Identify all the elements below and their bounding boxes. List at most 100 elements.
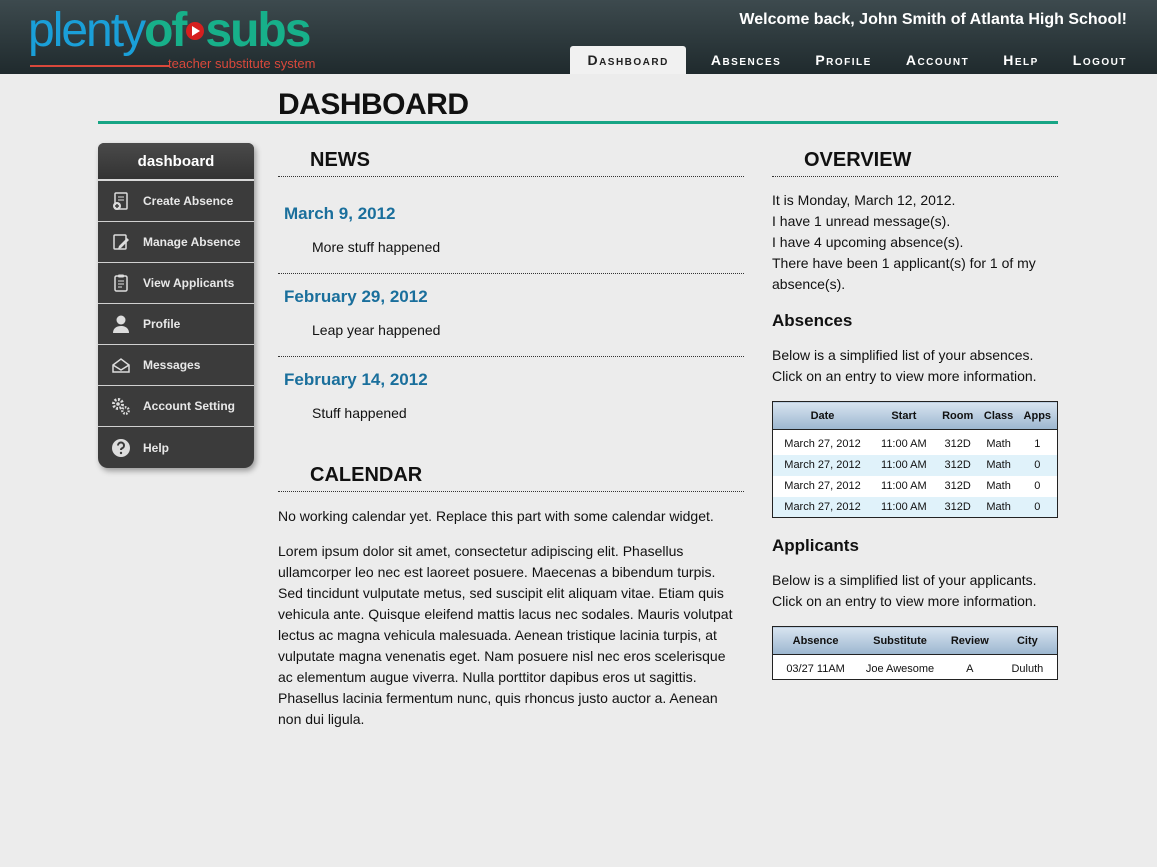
column-header[interactable]: Review bbox=[941, 626, 998, 655]
cell-start: 11:00 AM bbox=[881, 438, 927, 451]
news-divider bbox=[278, 356, 744, 357]
top-bar: plentyof subs teacher substitute system W… bbox=[0, 0, 1157, 74]
cell-date: March 27, 2012 bbox=[784, 438, 861, 451]
main-nav: Dashboard Absences Profile Account Help … bbox=[570, 46, 1157, 74]
sidebar-item-profile[interactable]: Profile bbox=[98, 304, 254, 345]
logo[interactable]: plentyof subs teacher substitute system bbox=[28, 4, 348, 71]
news-date[interactable]: February 14, 2012 bbox=[284, 370, 428, 390]
cell-class: Math bbox=[986, 438, 1011, 451]
news-text: Leap year happened bbox=[312, 322, 441, 338]
cell-date: March 27, 2012 bbox=[772, 496, 872, 518]
nav-profile[interactable]: Profile bbox=[798, 46, 889, 74]
play-icon bbox=[186, 22, 205, 40]
cell-room: 312D bbox=[944, 438, 971, 451]
sidebar: dashboard Create Absence Manage Absence … bbox=[98, 143, 254, 468]
sidebar-title: dashboard bbox=[98, 143, 254, 181]
column-header[interactable]: Class bbox=[979, 401, 1018, 430]
sidebar-item-create-absence[interactable]: Create Absence bbox=[98, 181, 254, 222]
sidebar-item-label: View Applicants bbox=[143, 276, 235, 290]
cell-city: Duluth bbox=[1011, 663, 1044, 675]
title-divider bbox=[98, 121, 1058, 124]
cell-date: March 27, 2012 bbox=[784, 480, 861, 492]
cell-class: Math bbox=[979, 496, 1018, 518]
sidebar-item-account-setting[interactable]: Account Setting bbox=[98, 386, 254, 427]
cell-start: 11:00 AM bbox=[872, 454, 936, 476]
cell-apps: 0 bbox=[1017, 454, 1058, 476]
overview-line: I have 4 upcoming absence(s). bbox=[772, 234, 964, 250]
calendar-lorem: Lorem ipsum dolor sit amet, consectetur … bbox=[278, 543, 733, 727]
cell-class: Math bbox=[979, 454, 1018, 476]
column-header[interactable]: Apps bbox=[1017, 401, 1058, 430]
news-divider bbox=[278, 273, 744, 274]
absences-heading: Absences bbox=[772, 311, 853, 330]
nav-dashboard[interactable]: Dashboard bbox=[570, 46, 686, 74]
sidebar-item-label: Messages bbox=[143, 358, 201, 372]
news-date[interactable]: March 9, 2012 bbox=[284, 204, 396, 224]
table-row[interactable]: March 27, 2012 11:00 AM 312D Math 0 bbox=[773, 476, 1058, 497]
absences-table: Date Start Room Class Apps March 27, 201… bbox=[772, 401, 1058, 518]
sidebar-item-help[interactable]: Help bbox=[98, 427, 254, 468]
calendar-heading: CALENDAR bbox=[310, 464, 423, 486]
logo-tagline: teacher substitute system bbox=[168, 56, 316, 71]
column-header[interactable]: Date bbox=[772, 401, 872, 430]
news-heading: NEWS bbox=[310, 149, 370, 171]
calendar-note: No working calendar yet. Replace this pa… bbox=[278, 508, 714, 524]
welcome-message: Welcome back, John Smith of Atlanta High… bbox=[739, 11, 1127, 28]
sidebar-item-label: Help bbox=[143, 440, 170, 455]
cell-room: 312D bbox=[944, 480, 971, 492]
person-icon bbox=[98, 314, 143, 334]
column-header[interactable]: Start bbox=[872, 401, 936, 430]
question-icon bbox=[98, 438, 143, 458]
nav-help[interactable]: Help bbox=[986, 46, 1056, 74]
news-text: Stuff happened bbox=[312, 405, 407, 421]
sidebar-item-messages[interactable]: Messages bbox=[98, 345, 254, 386]
cell-class: Math bbox=[986, 480, 1011, 492]
applicants-intro: Below is a simplified list of your appli… bbox=[772, 572, 1037, 609]
table-row[interactable]: March 27, 2012 11:00 AM 312D Math 1 bbox=[773, 430, 1058, 455]
page-title: DASHBOARD bbox=[278, 88, 469, 121]
sidebar-item-label: Manage Absence bbox=[143, 235, 241, 249]
table-row[interactable]: March 27, 2012 11:00 AM 312D Math 0 bbox=[772, 454, 1058, 476]
news-date[interactable]: February 29, 2012 bbox=[284, 287, 428, 307]
cell-substitute: Joe Awesome bbox=[865, 663, 935, 675]
sidebar-item-manage-absence[interactable]: Manage Absence bbox=[98, 222, 254, 263]
table-row[interactable]: March 27, 2012 11:00 AM 312D Math 0 bbox=[772, 496, 1058, 518]
create-absence-icon bbox=[98, 191, 143, 211]
edit-icon bbox=[98, 232, 143, 252]
cell-room: 312D bbox=[935, 496, 980, 518]
cell-apps: 0 bbox=[1017, 496, 1058, 518]
overview-summary: It is Monday, March 12, 2012. I have 1 u… bbox=[772, 190, 1062, 295]
gears-icon bbox=[98, 396, 143, 416]
sidebar-item-label: Account Setting bbox=[143, 399, 235, 413]
column-header[interactable]: Substitute bbox=[858, 626, 942, 655]
envelope-icon bbox=[98, 355, 143, 375]
nav-account[interactable]: Account bbox=[889, 46, 986, 74]
overview-divider bbox=[772, 176, 1058, 177]
cell-room: 312D bbox=[935, 454, 980, 476]
calendar-divider bbox=[278, 491, 744, 492]
nav-logout[interactable]: Logout bbox=[1056, 46, 1157, 74]
overview-line: It is Monday, March 12, 2012. bbox=[772, 192, 956, 208]
overview-line: There have been 1 applicant(s) for 1 of … bbox=[772, 255, 1036, 292]
cell-apps: 1 bbox=[1034, 438, 1041, 451]
clipboard-icon bbox=[98, 273, 143, 293]
cell-start: 11:00 AM bbox=[872, 496, 936, 518]
applicants-table: Absence Substitute Review City 03/27 11A… bbox=[772, 626, 1058, 680]
logo-wordmark: plentyof subs bbox=[28, 4, 311, 57]
cell-absence: 03/27 11AM bbox=[786, 663, 845, 675]
sidebar-item-label: Profile bbox=[143, 317, 181, 331]
overview-heading: OVERVIEW bbox=[804, 149, 912, 171]
sidebar-item-view-applicants[interactable]: View Applicants bbox=[98, 263, 254, 304]
news-divider bbox=[278, 176, 744, 177]
nav-absences[interactable]: Absences bbox=[694, 46, 798, 74]
overview-line: I have 1 unread message(s). bbox=[772, 213, 951, 229]
table-row[interactable]: 03/27 11AM Joe Awesome A Duluth bbox=[773, 655, 1058, 680]
column-header[interactable]: Absence bbox=[772, 626, 859, 655]
cell-review: A bbox=[966, 663, 974, 675]
cell-apps: 0 bbox=[1034, 480, 1041, 492]
column-header[interactable]: Room bbox=[935, 401, 980, 430]
cell-date: March 27, 2012 bbox=[772, 454, 872, 476]
column-header[interactable]: City bbox=[997, 626, 1058, 655]
absences-intro: Below is a simplified list of your absen… bbox=[772, 347, 1037, 384]
logo-underline bbox=[30, 65, 170, 67]
